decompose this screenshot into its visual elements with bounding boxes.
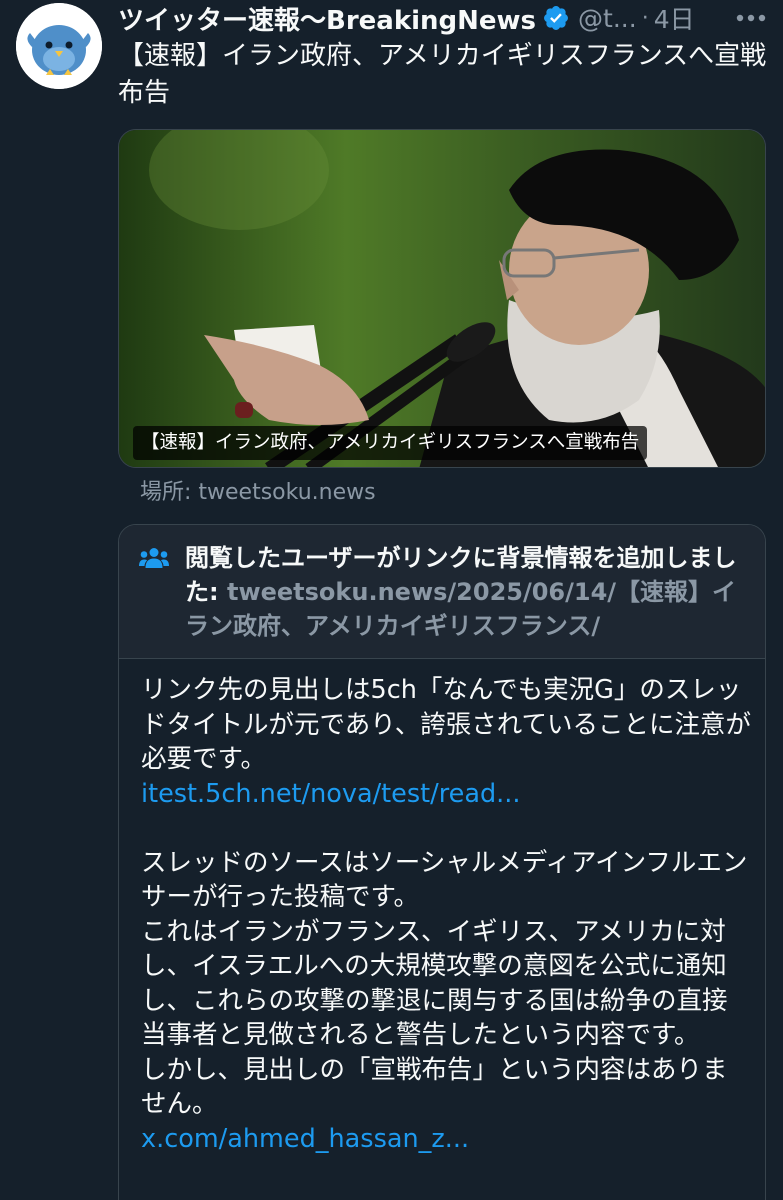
link-card-image[interactable]: 【速報】イラン政府、アメリカイギリスフランスへ宣戦布告	[118, 129, 766, 468]
community-note-title: 閲覧したユーザーがリンクに背景情報を追加しました: tweetsoku.news…	[185, 541, 753, 643]
separator-dot: ·	[641, 5, 649, 31]
community-note: 閲覧したユーザーがリンクに背景情報を追加しました: tweetsoku.news…	[118, 524, 766, 1200]
note-paragraph: しかし、見出しの「宣戦布告」という内容はありません。	[141, 1054, 728, 1120]
avatar[interactable]	[16, 3, 102, 89]
note-link[interactable]: x.com/ahmed_hassan_z...	[141, 1122, 751, 1157]
card-photo	[119, 130, 765, 467]
community-note-source-link[interactable]: tweetsoku.news/2025/06/14/【速報】イラン政府、アメリカ…	[185, 578, 736, 640]
community-note-body: リンク先の見出しは5ch「なんでも実況G」のスレッドタイトルが元であり、誇張され…	[141, 673, 751, 1156]
card-caption: 【速報】イラン政府、アメリカイギリスフランスへ宣戦布告	[133, 426, 648, 460]
handle[interactable]: @t...	[578, 4, 637, 33]
more-options-button[interactable]	[733, 4, 769, 32]
card-source[interactable]: 場所: tweetsoku.news	[140, 477, 376, 509]
note-paragraph: これはイランがフランス、イギリス、アメリカに対し、イスラエルへの大規模攻撃の意図…	[141, 916, 728, 1051]
bird-avatar-icon	[16, 3, 102, 89]
community-note-header: 閲覧したユーザーがリンクに背景情報を追加しました: tweetsoku.news…	[119, 525, 765, 659]
people-icon	[139, 548, 169, 568]
timestamp[interactable]: 4日	[654, 0, 695, 36]
more-options-icon	[736, 14, 766, 22]
note-paragraph: スレッドのソースはソーシャルメディアインフルエンサーが行った投稿です。	[141, 847, 748, 913]
note-link[interactable]: itest.5ch.net/nova/test/read...	[141, 777, 751, 812]
tweet-header: ツイッター速報〜BreakingNews @t... · 4日	[118, 0, 769, 36]
verified-badge-icon	[544, 6, 569, 30]
display-name[interactable]: ツイッター速報〜BreakingNews	[118, 0, 536, 37]
tweet-page: ツイッター速報〜BreakingNews @t... · 4日 【速報】イラン政…	[0, 0, 783, 1200]
tweet-text: 【速報】イラン政府、アメリカイギリスフランスへ宣戦布告	[118, 41, 767, 108]
note-paragraph: リンク先の見出しは5ch「なんでも実況G」のスレッドタイトルが元であり、誇張され…	[141, 675, 751, 774]
